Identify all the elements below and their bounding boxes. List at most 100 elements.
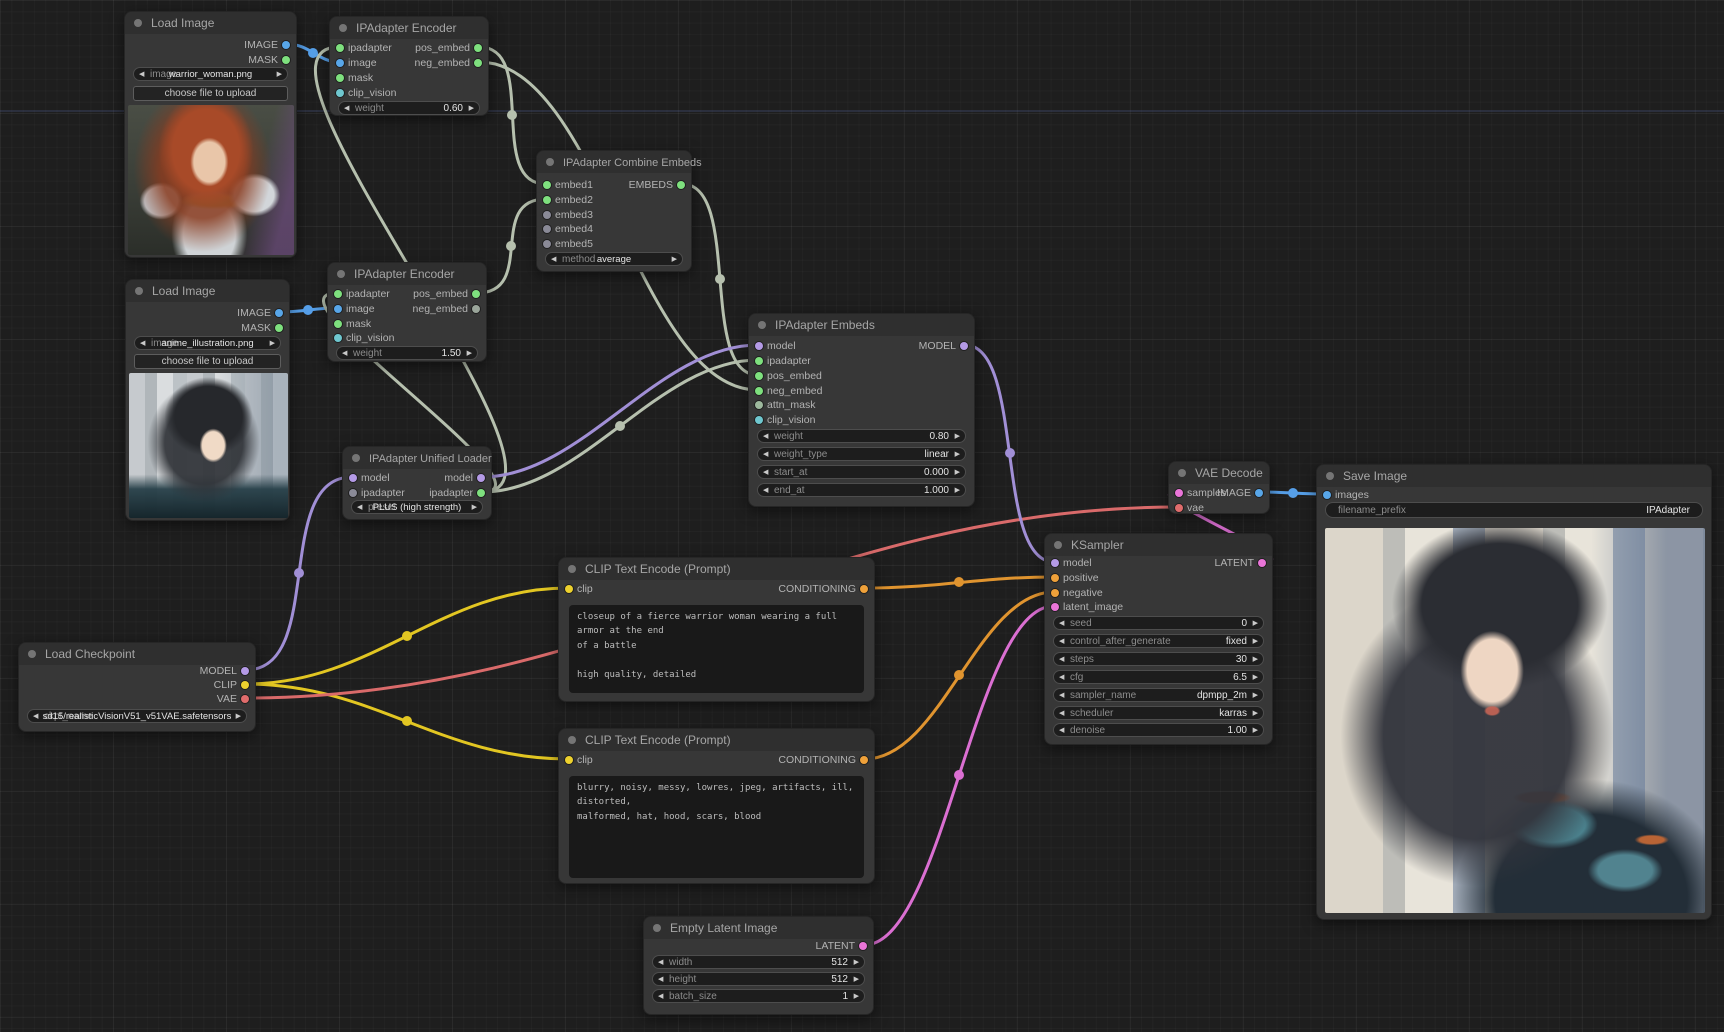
increment-arrow-icon[interactable]: ▶ (1253, 653, 1258, 666)
increment-arrow-icon[interactable]: ▶ (469, 102, 474, 115)
increment-arrow-icon[interactable]: ▶ (955, 466, 960, 479)
port-dot[interactable] (1175, 489, 1183, 497)
port-dot[interactable] (275, 324, 283, 332)
preset-widget[interactable]: ◀presetPLUS (high strength)▶ (351, 500, 483, 514)
prev-arrow-icon[interactable]: ◀ (1059, 635, 1064, 648)
port-dot[interactable] (241, 667, 249, 675)
next-arrow-icon[interactable]: ▶ (1253, 689, 1258, 702)
port-dot[interactable] (474, 59, 482, 67)
decrement-arrow-icon[interactable]: ◀ (763, 466, 768, 479)
next-arrow-icon[interactable]: ▶ (236, 710, 241, 723)
node-ipadapter-unified-loader[interactable]: IPAdapter Unified Loader model ipadapter… (342, 446, 492, 520)
node-title-bar[interactable]: IPAdapter Encoder (330, 17, 488, 39)
collapse-dot-icon[interactable] (135, 287, 143, 295)
sampler-name-widget[interactable]: ◀sampler_namedpmpp_2m▶ (1053, 688, 1264, 702)
collapse-dot-icon[interactable] (653, 924, 661, 932)
port-dot[interactable] (755, 387, 763, 395)
collapse-dot-icon[interactable] (28, 650, 36, 658)
port-dot[interactable] (334, 334, 342, 342)
increment-arrow-icon[interactable]: ▶ (854, 956, 859, 969)
node-title-bar[interactable]: KSampler (1045, 534, 1272, 556)
port-dot[interactable] (1175, 504, 1183, 512)
next-arrow-icon[interactable]: ▶ (472, 501, 477, 514)
increment-arrow-icon[interactable]: ▶ (1253, 617, 1258, 630)
node-title-bar[interactable]: Load Image (125, 12, 296, 34)
port-dot[interactable] (334, 290, 342, 298)
port-dot[interactable] (859, 942, 867, 950)
port-dot[interactable] (472, 305, 480, 313)
decrement-arrow-icon[interactable]: ◀ (763, 430, 768, 443)
height-widget[interactable]: ◀height512▶ (652, 972, 865, 986)
port-dot[interactable] (477, 474, 485, 482)
upload-button[interactable]: choose file to upload (133, 86, 288, 101)
port-dot[interactable] (349, 489, 357, 497)
node-title-bar[interactable]: VAE Decode (1169, 462, 1269, 484)
decrement-arrow-icon[interactable]: ◀ (1059, 653, 1064, 666)
port-dot[interactable] (336, 44, 344, 52)
port-dot[interactable] (1258, 559, 1266, 567)
port-dot[interactable] (349, 474, 357, 482)
port-dot[interactable] (543, 211, 551, 219)
collapse-dot-icon[interactable] (1326, 472, 1334, 480)
node-vae-decode[interactable]: VAE Decode samples vae IMAGE (1168, 461, 1270, 514)
node-ipadapter-embeds[interactable]: IPAdapter Embeds model ipadapter pos_emb… (748, 313, 975, 507)
decrement-arrow-icon[interactable]: ◀ (658, 956, 663, 969)
weight-type-widget[interactable]: ◀weight_typelinear▶ (757, 447, 966, 461)
increment-arrow-icon[interactable]: ▶ (1253, 671, 1258, 684)
batch-size-widget[interactable]: ◀batch_size1▶ (652, 989, 865, 1003)
port-dot[interactable] (1051, 559, 1059, 567)
collapse-dot-icon[interactable] (758, 321, 766, 329)
prev-arrow-icon[interactable]: ◀ (1059, 689, 1064, 702)
control-after-generate-widget[interactable]: ◀control_after_generatefixed▶ (1053, 634, 1264, 648)
node-load-checkpoint[interactable]: Load Checkpoint MODEL CLIP VAE ◀ckpt_nam… (18, 642, 256, 732)
port-dot[interactable] (543, 240, 551, 248)
decrement-arrow-icon[interactable]: ◀ (1059, 617, 1064, 630)
denoise-widget[interactable]: ◀denoise1.00▶ (1053, 723, 1264, 737)
port-dot[interactable] (477, 489, 485, 497)
end-at-widget[interactable]: ◀end_at1.000▶ (757, 483, 966, 497)
decrement-arrow-icon[interactable]: ◀ (763, 484, 768, 497)
port-dot[interactable] (472, 290, 480, 298)
port-dot[interactable] (543, 225, 551, 233)
weight-widget[interactable]: ◀weight0.60▶ (338, 101, 480, 115)
prev-arrow-icon[interactable]: ◀ (551, 253, 556, 266)
increment-arrow-icon[interactable]: ▶ (467, 347, 472, 360)
port-dot[interactable] (677, 181, 685, 189)
increment-arrow-icon[interactable]: ▶ (854, 973, 859, 986)
scheduler-widget[interactable]: ◀schedulerkarras▶ (1053, 706, 1264, 720)
decrement-arrow-icon[interactable]: ◀ (1059, 671, 1064, 684)
decrement-arrow-icon[interactable]: ◀ (658, 973, 663, 986)
node-title-bar[interactable]: Load Checkpoint (19, 643, 255, 665)
node-ipadapter-encoder-1[interactable]: IPAdapter Encoder ipadapter image mask c… (329, 16, 489, 116)
method-widget[interactable]: ◀methodaverage▶ (545, 252, 683, 266)
port-dot[interactable] (1051, 589, 1059, 597)
start-at-widget[interactable]: ◀start_at0.000▶ (757, 465, 966, 479)
upload-button[interactable]: choose file to upload (134, 354, 281, 369)
increment-arrow-icon[interactable]: ▶ (1253, 724, 1258, 737)
port-dot[interactable] (336, 74, 344, 82)
node-ipadapter-combine-embeds[interactable]: IPAdapter Combine Embeds embed1 embed2 e… (536, 150, 692, 272)
next-arrow-icon[interactable]: ▶ (270, 337, 275, 350)
node-load-image-2[interactable]: Load Image IMAGE MASK ◀imageanime_illust… (125, 279, 290, 521)
node-title-bar[interactable]: Load Image (126, 280, 289, 302)
node-title-bar[interactable]: CLIP Text Encode (Prompt) (559, 558, 874, 580)
decrement-arrow-icon[interactable]: ◀ (344, 102, 349, 115)
prev-arrow-icon[interactable]: ◀ (763, 448, 768, 461)
cfg-widget[interactable]: ◀cfg6.5▶ (1053, 670, 1264, 684)
image-filename-widget[interactable]: ◀imagewarrior_woman.png▶ (133, 67, 288, 81)
node-load-image-1[interactable]: Load Image IMAGE MASK ◀imagewarrior_woma… (124, 11, 297, 258)
prev-arrow-icon[interactable]: ◀ (140, 337, 145, 350)
prev-arrow-icon[interactable]: ◀ (1059, 707, 1064, 720)
weight-widget[interactable]: ◀weight1.50▶ (336, 346, 478, 360)
collapse-dot-icon[interactable] (134, 19, 142, 27)
increment-arrow-icon[interactable]: ▶ (955, 484, 960, 497)
link-loader-model-to-embeds[interactable] (482, 345, 758, 477)
port-dot[interactable] (474, 44, 482, 52)
node-ipadapter-encoder-2[interactable]: IPAdapter Encoder ipadapter image mask c… (327, 262, 487, 362)
prev-arrow-icon[interactable]: ◀ (139, 68, 144, 81)
decrement-arrow-icon[interactable]: ◀ (342, 347, 347, 360)
port-dot[interactable] (336, 59, 344, 67)
port-dot[interactable] (1051, 603, 1059, 611)
collapse-dot-icon[interactable] (352, 454, 360, 462)
node-graph-canvas[interactable]: Load Image IMAGE MASK ◀imagewarrior_woma… (0, 0, 1724, 1032)
